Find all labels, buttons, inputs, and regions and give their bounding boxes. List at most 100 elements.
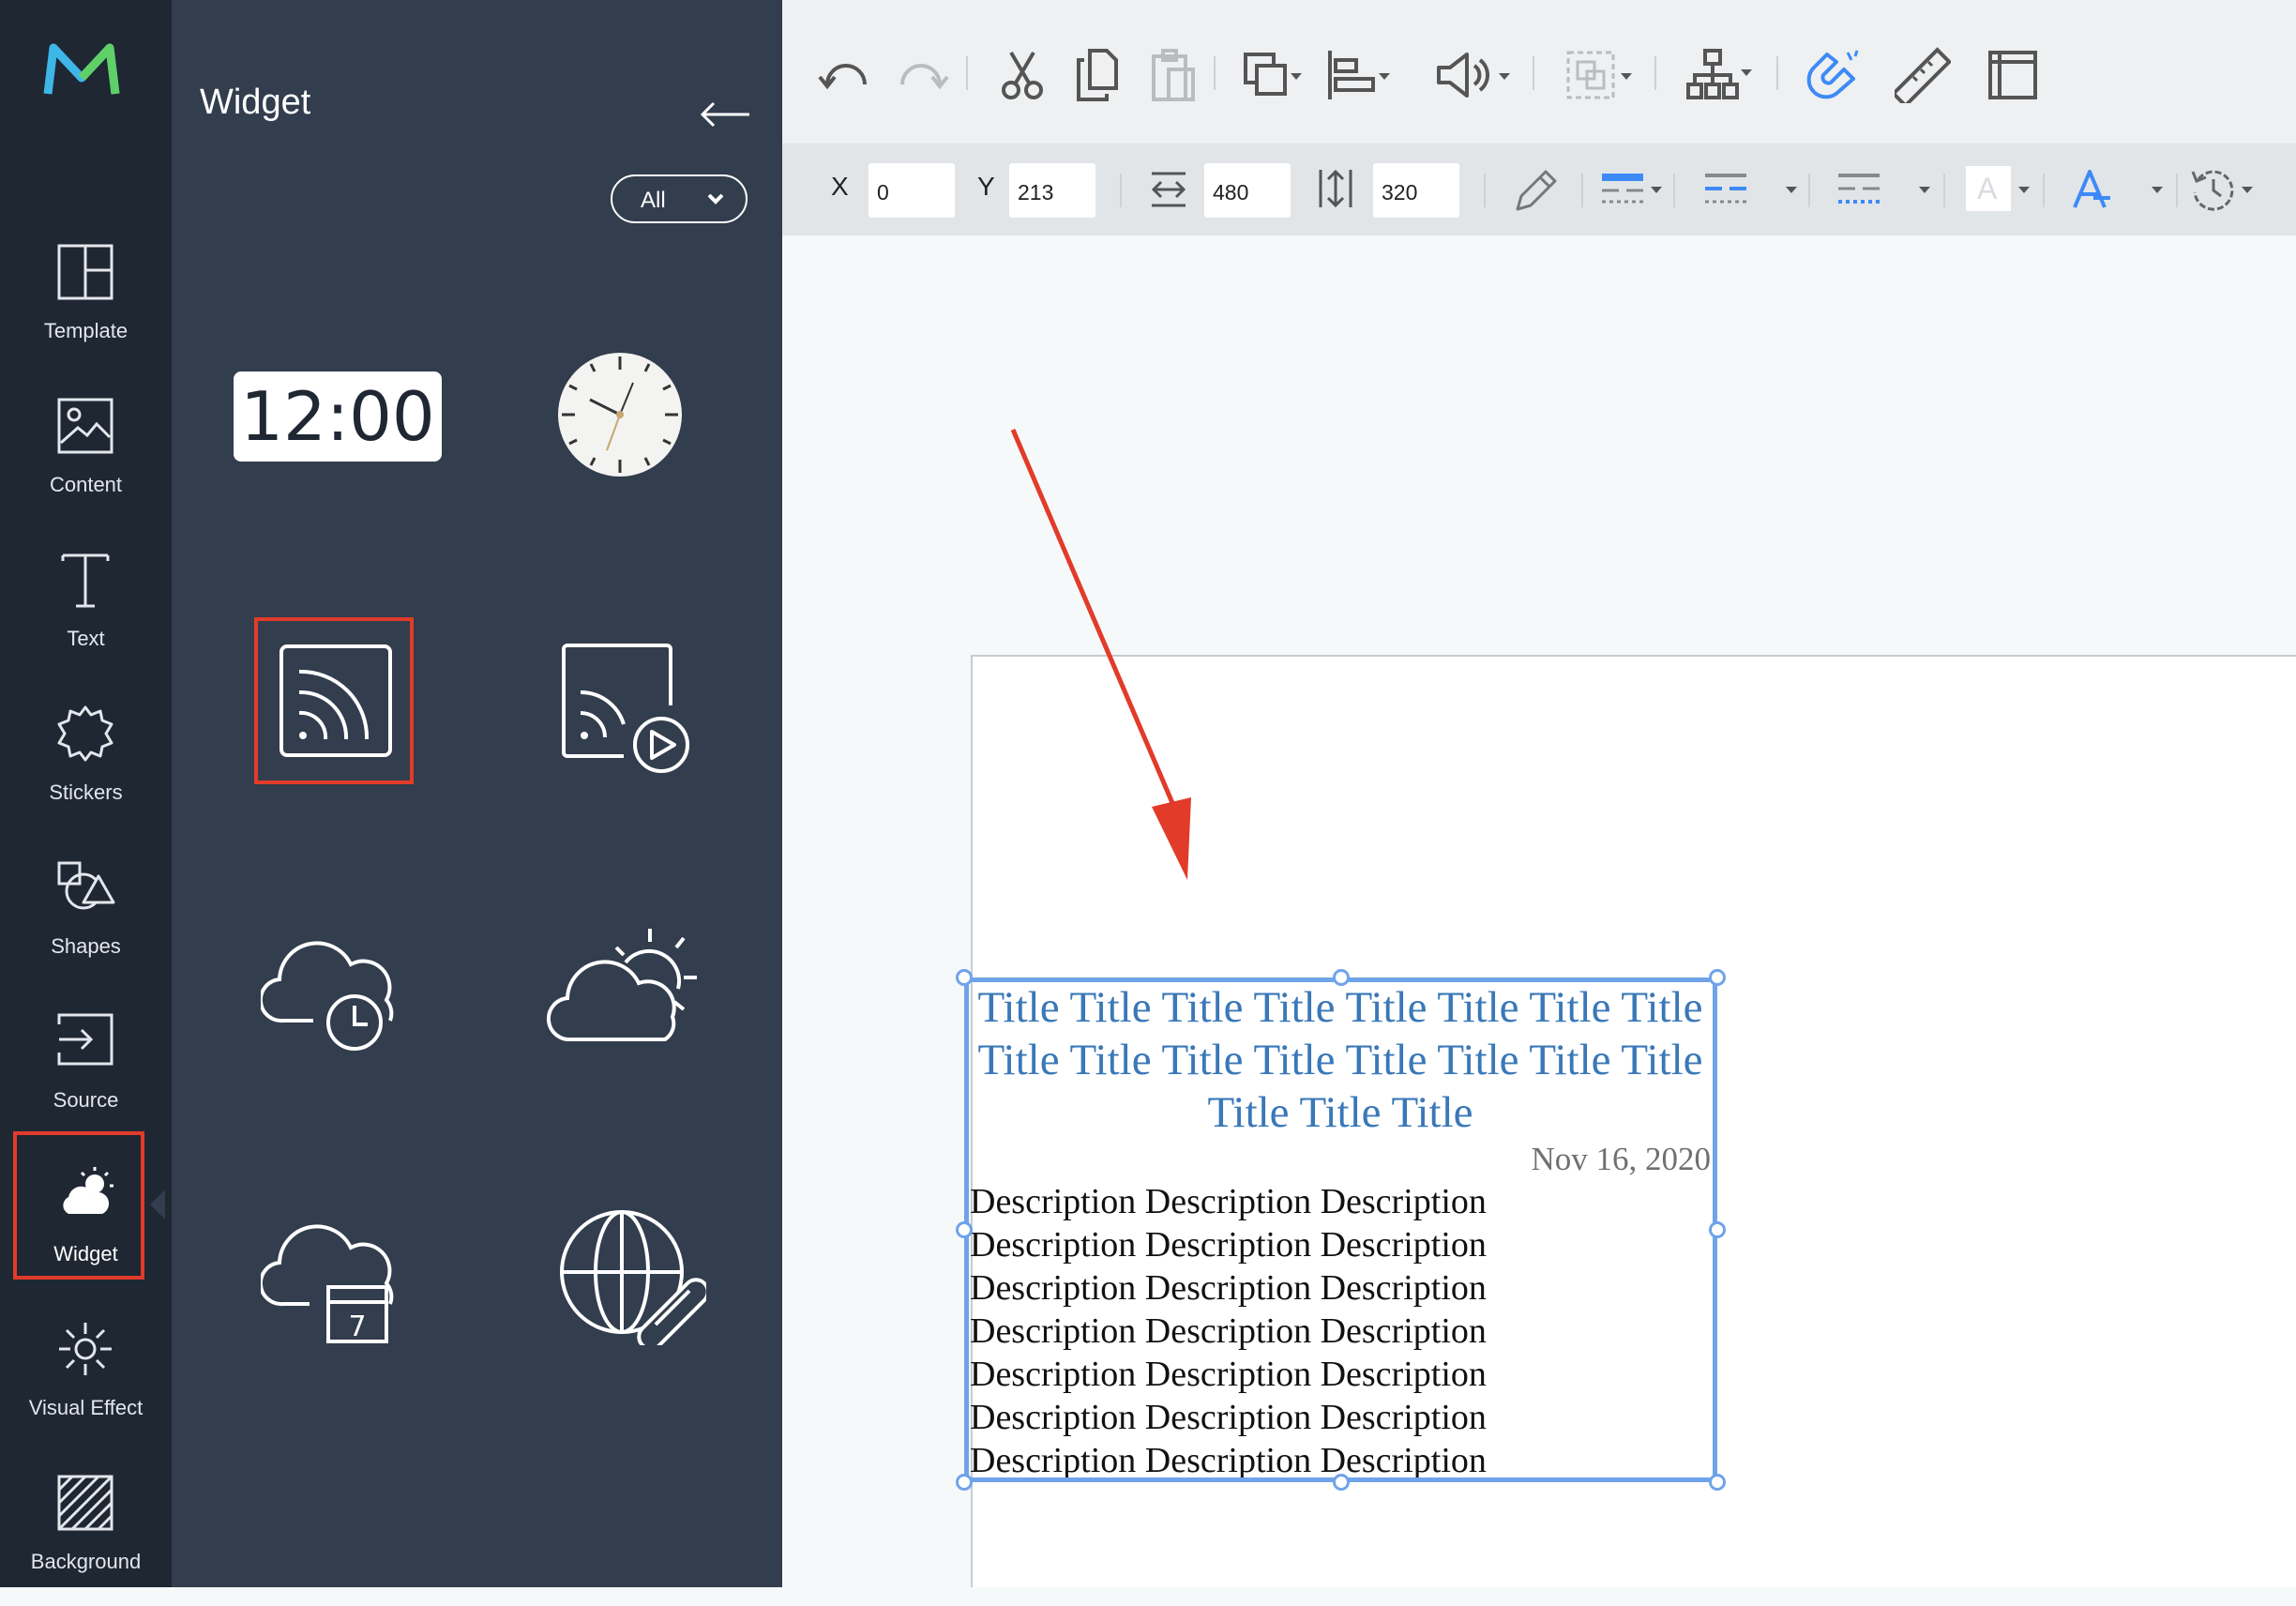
calendar-day: 7: [348, 1311, 366, 1343]
web-link-widget[interactable]: [556, 1204, 710, 1351]
copy-icon[interactable]: [1069, 47, 1125, 103]
undo-icon[interactable]: [818, 47, 874, 103]
sidebar-item-label: Visual Effect: [28, 1396, 144, 1419]
grid-guide-icon[interactable]: [1985, 47, 2041, 103]
sidebar-item-visual-effect[interactable]: Visual Effect: [0, 1298, 172, 1452]
arrow-left-icon: [700, 101, 749, 128]
text-color-button[interactable]: A: [1966, 166, 2011, 211]
volume-icon[interactable]: [1435, 47, 1491, 103]
sidebar-item-source[interactable]: Source: [0, 991, 172, 1144]
sidebar-item-text[interactable]: Text: [0, 529, 172, 683]
rss-widget[interactable]: [254, 617, 414, 784]
x-position-input[interactable]: 0: [869, 163, 955, 218]
sidebar-item-label: Template: [43, 319, 128, 342]
width-icon: [1151, 172, 1186, 207]
redo-icon[interactable]: [893, 47, 949, 103]
filter-value: All: [641, 188, 666, 213]
left-nav-rail: Template Content Text Stickers Shapes So…: [0, 0, 172, 1587]
weather-widget[interactable]: [543, 919, 704, 1046]
cloud-clock-widget[interactable]: [258, 931, 411, 1057]
cloud-calendar-widget[interactable]: 7: [258, 1214, 411, 1350]
sidebar-item-stickers[interactable]: Stickers: [0, 683, 172, 837]
pencil-icon[interactable]: [1510, 164, 1563, 217]
align-icon[interactable]: [1324, 47, 1381, 103]
group-icon[interactable]: [1563, 47, 1619, 103]
chevron-down-icon[interactable]: [2242, 187, 2253, 193]
collapse-panel-button[interactable]: [699, 98, 751, 136]
font-color-icon: A: [1977, 172, 1998, 205]
analog-clock-widget[interactable]: [554, 349, 686, 485]
resize-handle-top[interactable]: [1333, 969, 1350, 986]
resize-handle-left[interactable]: [956, 1221, 973, 1238]
x-label: X: [831, 172, 849, 201]
dash-style-icon[interactable]: [1836, 172, 1883, 209]
chevron-down-icon[interactable]: [1786, 187, 1797, 193]
line-style-icon[interactable]: [1703, 172, 1750, 209]
font-size-icon[interactable]: [2069, 166, 2112, 211]
y-position-input[interactable]: 213: [1009, 163, 1095, 218]
background-icon: [57, 1475, 113, 1531]
resize-handle-right[interactable]: [1709, 1221, 1726, 1238]
height-icon: [1319, 169, 1352, 208]
globe-link-icon: [560, 1210, 710, 1351]
chevron-down-icon[interactable]: [1621, 73, 1632, 80]
cut-icon[interactable]: [994, 47, 1050, 103]
app-logo: [42, 42, 121, 103]
resize-handle-bottom[interactable]: [1333, 1474, 1350, 1491]
arrange-layer-icon[interactable]: [1238, 47, 1294, 103]
widget-highlight-box: [13, 1131, 144, 1280]
sidebar-item-label: Source: [53, 1088, 119, 1112]
source-icon: [57, 1013, 113, 1066]
digital-clock-time: 12:00: [240, 377, 435, 456]
chevron-down-icon[interactable]: [1379, 73, 1390, 80]
sidebar-item-label: Content: [49, 473, 123, 496]
sidebar-item-shapes[interactable]: Shapes: [0, 837, 172, 991]
border-style-icon[interactable]: [1600, 172, 1647, 209]
chevron-down-icon[interactable]: [2018, 187, 2030, 193]
annotation-arrow: [1010, 429, 1191, 880]
snap-magnet-icon[interactable]: [1806, 47, 1863, 103]
widget-filter-select[interactable]: All: [611, 174, 748, 223]
sidebar-item-template[interactable]: Template: [0, 221, 172, 375]
resize-handle-bottom-right[interactable]: [1709, 1474, 1726, 1491]
widget-panel: Widget All 12:00 7: [172, 0, 782, 1587]
visual-effect-icon: [59, 1323, 112, 1375]
image-icon: [57, 398, 113, 454]
chevron-down-icon[interactable]: [1741, 69, 1752, 76]
chevron-down-icon[interactable]: [1651, 187, 1662, 193]
text-icon: [61, 553, 110, 608]
digital-clock-widget[interactable]: 12:00: [234, 371, 442, 462]
shapes-icon: [57, 861, 115, 910]
sidebar-item-label: Stickers: [49, 780, 123, 804]
ruler-icon[interactable]: [1895, 47, 1951, 103]
chevron-down-icon[interactable]: [2152, 187, 2163, 193]
properties-bar: X 0 Y 213 480 320 A: [782, 144, 2296, 235]
paste-icon[interactable]: [1144, 47, 1201, 103]
weather-icon: [546, 929, 697, 1042]
rss-video-widget[interactable]: [562, 644, 693, 780]
sidebar-item-content[interactable]: Content: [0, 375, 172, 529]
cloud-clock-icon: [258, 941, 394, 1051]
width-input[interactable]: 480: [1204, 163, 1291, 218]
active-pointer: [150, 1189, 165, 1220]
sticker-icon: [57, 705, 113, 762]
hierarchy-icon[interactable]: [1684, 47, 1741, 103]
chevron-down-icon[interactable]: [1499, 73, 1510, 80]
main-toolbar: [782, 0, 2296, 144]
chevron-down-icon[interactable]: [1919, 187, 1930, 193]
y-label: Y: [977, 172, 995, 201]
resize-handle-top-left[interactable]: [956, 969, 973, 986]
history-icon[interactable]: [2189, 166, 2236, 213]
sidebar-item-label: Background: [30, 1550, 142, 1573]
chevron-down-icon[interactable]: [1291, 73, 1302, 80]
resize-handle-bottom-left[interactable]: [956, 1474, 973, 1491]
resize-handle-top-right[interactable]: [1709, 969, 1726, 986]
layout-icon: [57, 244, 113, 300]
rss-widget-selection[interactable]: [964, 977, 1717, 1482]
cloud-calendar-icon: 7: [258, 1224, 394, 1343]
sidebar-item-background[interactable]: Background: [0, 1452, 172, 1606]
panel-title: Widget: [200, 83, 311, 122]
height-input[interactable]: 320: [1373, 163, 1459, 218]
sidebar-item-label: Text: [67, 627, 105, 650]
sidebar-item-label: Shapes: [51, 934, 121, 958]
